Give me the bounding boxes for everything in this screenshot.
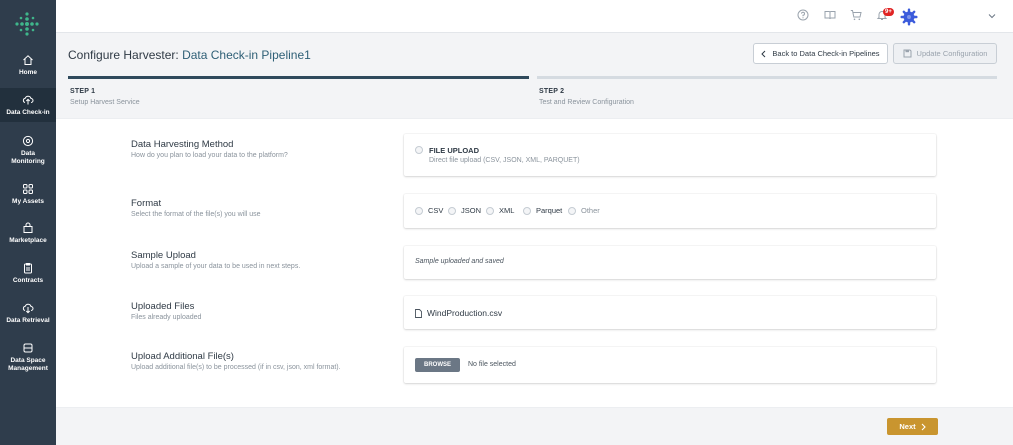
database-icon (23, 343, 33, 353)
home-icon (23, 55, 33, 65)
format-options-card: CSV JSON XML Parquet Other (404, 194, 936, 228)
format-option-label: Parquet (536, 206, 563, 215)
harvesting-method-title: Data Harvesting Method (131, 139, 234, 150)
book-icon[interactable] (824, 9, 836, 21)
app-logo-icon[interactable] (14, 11, 40, 37)
step-1-progress-bar (68, 76, 529, 79)
sidebar-item-data-space-management[interactable]: Data Space Management (0, 342, 56, 376)
page-title: Configure Harvester: Data Check-in Pipel… (68, 48, 311, 62)
format-option-json[interactable]: JSON (448, 206, 481, 215)
step-1-subtitle: Setup Harvest Service (70, 99, 140, 106)
format-radio[interactable] (486, 206, 494, 215)
upload-cloud-icon (22, 95, 34, 105)
chevron-left-icon (761, 50, 766, 57)
sidebar-item-label: Contracts (12, 277, 44, 284)
help-icon[interactable] (797, 9, 809, 21)
additional-files-card: BROWSE No file selected (404, 347, 936, 383)
step-1-label[interactable]: STEP 1 (70, 88, 95, 95)
step-2-subtitle: Test and Review Configuration (539, 99, 634, 106)
sidebar-item-label: Data Monitoring (11, 150, 45, 165)
additional-files-description: Upload additional file(s) to be processe… (131, 364, 341, 371)
sidebar-item-label: Data Retrieval (6, 317, 50, 324)
shopping-bag-icon (23, 222, 33, 233)
sidebar-item-label: Data Space Management (8, 357, 48, 372)
sample-upload-description: Upload a sample of your data to be used … (131, 263, 301, 270)
sidebar-item-data-check-in[interactable]: Data Check-in (0, 88, 56, 122)
harvesting-method-description: How do you plan to load your data to the… (131, 152, 288, 159)
sidebar-item-marketplace[interactable]: Marketplace (0, 222, 56, 248)
sample-upload-title: Sample Upload (131, 250, 196, 261)
file-upload-option-subtitle: Direct file upload (CSV, JSON, XML, PARQ… (429, 157, 580, 164)
uploaded-file-name[interactable]: WindProduction.csv (427, 308, 502, 318)
sample-upload-status: Sample uploaded and saved (415, 258, 504, 265)
sidebar-item-label: My Assets (12, 198, 44, 205)
file-upload-option-title: FILE UPLOAD (429, 146, 479, 155)
download-cloud-icon (22, 303, 34, 314)
chevron-down-icon[interactable] (988, 13, 996, 19)
format-option-label: CSV (428, 206, 444, 215)
format-radio[interactable] (568, 206, 576, 215)
file-upload-radio[interactable] (415, 146, 423, 154)
sidebar-item-data-monitoring[interactable]: Data Monitoring (0, 135, 56, 169)
format-title: Format (131, 198, 162, 209)
back-to-pipelines-label: Back to Data Check-in Pipelines (772, 49, 880, 58)
sidebar-item-home[interactable]: Home (0, 54, 56, 84)
sample-upload-card: Sample uploaded and saved (404, 246, 936, 279)
format-option-label: XML (499, 206, 515, 215)
update-configuration-label: Update Configuration (916, 49, 988, 58)
notification-badge: 9+ (883, 8, 894, 16)
sidebar-item-label: Data Check-in (6, 109, 50, 116)
no-file-selected-text: No file selected (468, 361, 516, 368)
uploaded-files-title: Uploaded Files (131, 301, 195, 312)
format-option-other[interactable]: Other (568, 206, 600, 215)
uploaded-files-description: Files already uploaded (131, 314, 202, 321)
format-option-parquet[interactable]: Parquet (523, 206, 562, 215)
sidebar-item-label: Home (18, 69, 38, 76)
uploaded-files-card: WindProduction.csv (404, 296, 936, 329)
grid-icon (23, 184, 33, 194)
format-radio[interactable] (415, 206, 423, 215)
sidebar-item-contracts[interactable]: Contracts (0, 262, 56, 288)
settings-gear-icon[interactable] (900, 8, 918, 26)
browse-button[interactable]: BROWSE (415, 358, 460, 372)
format-radio[interactable] (448, 206, 456, 215)
top-bar (56, 0, 1013, 33)
format-option-csv[interactable]: CSV (415, 206, 443, 215)
back-to-pipelines-button[interactable]: Back to Data Check-in Pipelines (753, 43, 888, 64)
page-title-prefix: Configure Harvester: (68, 48, 179, 62)
file-icon (415, 309, 422, 318)
next-button[interactable]: Next (887, 418, 938, 435)
step-2-progress-bar (537, 76, 997, 79)
next-button-label: Next (899, 422, 916, 431)
chevron-right-icon (921, 423, 926, 430)
pipeline-name: Data Check-in Pipeline1 (182, 48, 311, 62)
step-2-label[interactable]: STEP 2 (539, 88, 564, 95)
save-icon (903, 49, 912, 58)
monitoring-icon (22, 135, 34, 147)
file-upload-option-card[interactable]: FILE UPLOAD Direct file upload (CSV, JSO… (404, 134, 936, 176)
sidebar-item-data-retrieval[interactable]: Data Retrieval (0, 302, 56, 328)
format-option-label: Other (581, 206, 600, 215)
format-description: Select the format of the file(s) you wil… (131, 211, 261, 218)
format-option-xml[interactable]: XML (486, 206, 514, 215)
clipboard-icon (24, 263, 32, 274)
sidebar-item-my-assets[interactable]: My Assets (0, 183, 56, 209)
cart-icon[interactable] (850, 9, 862, 21)
format-option-label: JSON (461, 206, 482, 215)
update-configuration-button[interactable]: Update Configuration (893, 43, 997, 64)
format-radio[interactable] (523, 206, 531, 215)
sidebar: Home Data Check-in Data Monitoring My As… (0, 0, 56, 445)
sidebar-item-label: Marketplace (9, 237, 47, 244)
additional-files-title: Upload Additional File(s) (131, 351, 234, 362)
